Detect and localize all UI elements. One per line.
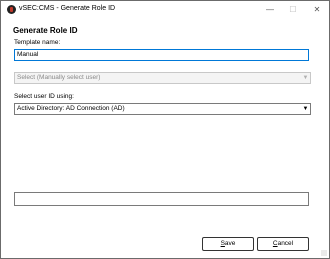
- title-bar[interactable]: vSEC:CMS - Generate Role ID — ☐ ✕: [1, 1, 329, 19]
- resize-grip[interactable]: [321, 250, 327, 256]
- page-title: Generate Role ID: [13, 26, 78, 35]
- vsec-app-icon: [7, 5, 16, 14]
- select-user-id-label: Select user ID using:: [14, 93, 74, 100]
- user-select-placeholder: Select (Manually select user): [17, 74, 101, 81]
- user-id-source-dropdown[interactable]: Active Directory: AD Connection (AD) ▼: [14, 103, 311, 115]
- cancel-button[interactable]: Cancel: [257, 237, 309, 251]
- template-name-label: Template name:: [14, 39, 61, 46]
- close-icon[interactable]: ✕: [305, 1, 329, 19]
- chevron-down-icon: ▼: [302, 75, 309, 81]
- user-id-source-value: Active Directory: AD Connection (AD): [17, 105, 125, 112]
- chevron-down-icon[interactable]: ▼: [301, 104, 310, 114]
- maximize-icon: ☐: [289, 5, 297, 14]
- save-label-rest: ave: [224, 240, 236, 247]
- dialog-window: vSEC:CMS - Generate Role ID — ☐ ✕ Genera…: [0, 0, 330, 259]
- user-select-dropdown: Select (Manually select user) ▼: [14, 72, 311, 84]
- cancel-label-rest: ancel: [277, 240, 294, 247]
- window-title: vSEC:CMS - Generate Role ID: [19, 5, 116, 12]
- save-button[interactable]: Save: [202, 237, 254, 251]
- details-box: [14, 192, 309, 206]
- template-name-input[interactable]: Manual: [14, 49, 309, 61]
- minimize-icon[interactable]: —: [258, 1, 282, 19]
